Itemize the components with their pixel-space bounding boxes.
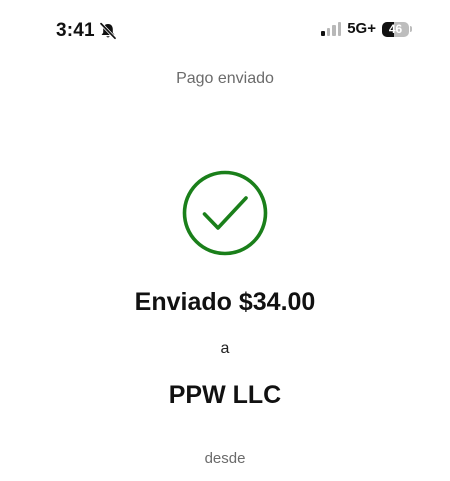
sent-label: Enviado bbox=[134, 288, 232, 316]
sent-amount: $34.00 bbox=[238, 288, 316, 316]
network-type: 5G+ bbox=[347, 20, 376, 37]
from-label: desde bbox=[204, 450, 246, 467]
battery-level: 46 bbox=[388, 21, 403, 36]
battery-cap bbox=[410, 26, 412, 32]
status-bar: 3:41 5G+ 46 bbox=[0, 0, 450, 60]
signal-bar bbox=[337, 22, 342, 36]
signal-bar bbox=[321, 31, 325, 36]
signal-bar bbox=[326, 28, 331, 36]
status-time-group: 3:41 bbox=[56, 19, 118, 43]
battery-icon: 46 bbox=[382, 21, 412, 37]
bell-slash-icon bbox=[99, 21, 117, 40]
cellular-signal-icon bbox=[321, 22, 342, 36]
to-label: a bbox=[220, 340, 230, 357]
status-right-group: 5G+ 46 bbox=[321, 20, 412, 38]
page-title: Pago enviado bbox=[176, 70, 274, 87]
checkmark-circle-icon bbox=[182, 170, 268, 256]
recipient-name: PPW LLC bbox=[168, 381, 282, 409]
signal-bar bbox=[332, 25, 336, 36]
sent-amount-line: Enviado $34.00 bbox=[0, 286, 450, 318]
status-time: 3:41 bbox=[56, 20, 95, 41]
battery-body: 46 bbox=[382, 21, 409, 37]
